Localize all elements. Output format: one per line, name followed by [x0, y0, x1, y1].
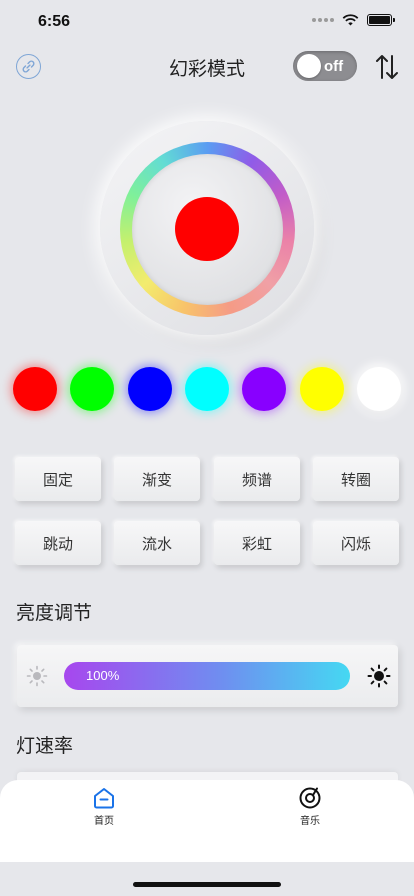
sort-icon[interactable]	[374, 53, 400, 81]
status-bar: 6:56	[0, 0, 414, 44]
color-swatch[interactable]	[242, 367, 287, 411]
color-swatch[interactable]	[13, 367, 57, 411]
color-swatch[interactable]	[299, 367, 344, 411]
color-swatch[interactable]	[127, 367, 172, 411]
mode-button-jump[interactable]: 跳动	[15, 521, 101, 565]
home-icon	[94, 788, 114, 809]
tab-music-label: 音乐	[300, 816, 320, 827]
color-swatch[interactable]	[184, 367, 229, 411]
brightness-value: 100%	[86, 668, 120, 683]
toggle-knob	[297, 54, 321, 78]
tab-bar: 首页 音乐	[0, 780, 414, 862]
brightness-slider[interactable]: 100%	[64, 662, 350, 690]
color-swatch-row	[13, 367, 403, 413]
selected-color-preview[interactable]	[175, 197, 239, 261]
brightness-card: 100%	[17, 645, 398, 707]
mode-button-spectrum[interactable]: 频谱	[214, 457, 300, 501]
mode-button-flow[interactable]: 流水	[114, 521, 200, 565]
home-indicator	[133, 882, 281, 887]
tab-home-label: 首页	[94, 816, 114, 827]
wifi-icon	[342, 14, 359, 26]
color-swatch[interactable]	[356, 367, 401, 411]
speed-title: 灯速率	[16, 735, 74, 757]
tab-music[interactable]: 音乐	[280, 786, 340, 827]
mode-button-rainbow[interactable]: 彩虹	[214, 521, 300, 565]
color-swatch[interactable]	[70, 367, 115, 411]
mode-button-rotate[interactable]: 转圈	[313, 457, 399, 501]
power-toggle[interactable]: off	[293, 51, 357, 81]
toggle-label: off	[324, 57, 344, 75]
music-disc-icon	[299, 787, 321, 809]
signal-icon	[312, 18, 334, 22]
tab-home[interactable]: 首页	[74, 786, 134, 827]
brightness-high-icon	[367, 664, 391, 688]
status-time: 6:56	[38, 13, 71, 30]
brightness-title: 亮度调节	[16, 602, 93, 624]
status-icons	[312, 14, 395, 26]
bottom-safe-area	[0, 862, 414, 896]
battery-icon	[367, 14, 395, 26]
mode-button-fixed[interactable]: 固定	[15, 457, 101, 501]
mode-button-flash[interactable]: 闪烁	[313, 521, 399, 565]
brightness-low-icon	[26, 665, 48, 687]
header: 幻彩模式 off	[0, 50, 414, 84]
mode-button-gradient[interactable]: 渐变	[114, 457, 200, 501]
